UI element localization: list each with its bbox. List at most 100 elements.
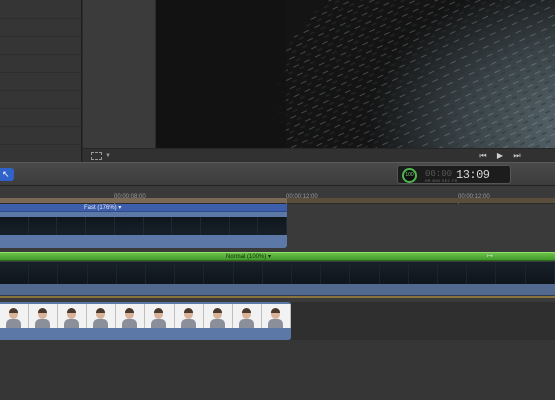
browser-row[interactable] — [0, 18, 82, 19]
browser-row[interactable] — [0, 126, 82, 127]
range-selection-active — [0, 198, 287, 203]
person-thumbnail — [183, 308, 193, 313]
filmstrip-frame — [58, 304, 88, 328]
play-button[interactable]: ▶ — [492, 150, 508, 162]
retimed-clip-fast[interactable]: Fast (176%) ▾ — [0, 204, 288, 248]
primary-storyline-line — [0, 296, 555, 298]
person-thumbnail — [96, 308, 106, 313]
filmstrip-frame — [86, 217, 115, 235]
filmstrip-frame — [261, 304, 291, 328]
progress-dial-icon: 100 — [402, 168, 417, 183]
person-thumbnail — [209, 319, 225, 328]
browser-row[interactable] — [0, 108, 82, 109]
filmstrip-frame — [233, 262, 263, 284]
chevron-down-icon: ▼ — [105, 153, 111, 159]
viewer-toolbar: ▼ ⏮ ▶ ⏭ — [83, 148, 555, 162]
filmstrip-frame — [229, 217, 259, 235]
browser-row[interactable] — [0, 144, 82, 145]
speed-value: 100 — [405, 172, 414, 178]
filmstrip-frame — [28, 217, 58, 235]
filmstrip-frame — [292, 262, 322, 284]
person-thumbnail — [270, 308, 280, 313]
person-thumbnail — [267, 319, 283, 328]
person-thumbnail — [64, 319, 80, 328]
filmstrip-frame — [175, 262, 205, 284]
filmstrip-frame — [262, 262, 293, 284]
filmstrip-frame — [467, 262, 497, 284]
top-area: ▼ ⏮ ▶ ⏭ — [0, 0, 555, 162]
transform-icon — [91, 152, 102, 160]
filmstrip-frame — [29, 304, 59, 328]
timeline-empty-area[interactable] — [291, 302, 555, 340]
timecode-units: HR MIN SEC FR — [425, 179, 458, 183]
filmstrip-frame — [114, 217, 144, 235]
person-thumbnail — [93, 319, 109, 328]
next-edit-button[interactable]: ⏭ — [509, 150, 525, 162]
retime-label-normal[interactable]: Normal (100%) ▾ — [226, 253, 271, 261]
filmstrip-frame — [29, 262, 59, 284]
browser-row[interactable] — [0, 72, 82, 73]
retime-handle-icon[interactable]: ↦ — [487, 253, 493, 261]
filmstrip-frame — [525, 262, 555, 284]
retime-label-fast[interactable]: Fast (176%) ▾ — [84, 204, 121, 212]
person-thumbnail — [180, 319, 196, 328]
person-thumbnail — [67, 308, 77, 313]
clip-audio-strip[interactable] — [0, 284, 555, 296]
arrow-tool-icon: ↖ — [2, 169, 10, 179]
filmstrip-frame — [0, 262, 30, 284]
primary-clip[interactable] — [0, 302, 291, 340]
timeline-lower-area[interactable] — [0, 340, 555, 400]
filmstrip-frame — [57, 217, 87, 235]
person-thumbnail — [154, 308, 164, 313]
filmstrip-frame — [321, 262, 351, 284]
filmstrip-frame — [203, 304, 233, 328]
filmstrip-frame — [258, 217, 288, 235]
filmstrip-frame — [379, 262, 409, 284]
select-tool-button[interactable]: ↖ — [0, 168, 14, 181]
timecode-display[interactable]: 13:09 — [456, 168, 490, 182]
filmstrip-frame — [200, 217, 230, 235]
timeline-toolbar: ↖ 100 00:00 13:09 HR MIN SEC FR — [0, 162, 555, 186]
clip-filmstrip — [0, 217, 288, 235]
filmstrip-frame — [172, 217, 201, 235]
viewer[interactable] — [156, 0, 555, 148]
filmstrip-frame — [143, 217, 173, 235]
dashboard[interactable]: 100 00:00 13:09 HR MIN SEC FR — [397, 165, 511, 184]
filmstrip-frame — [146, 262, 176, 284]
person-thumbnail — [151, 319, 167, 328]
person-thumbnail — [35, 319, 51, 328]
filmstrip-frame — [145, 304, 175, 328]
video-frame — [156, 0, 555, 148]
person-thumbnail — [122, 319, 138, 328]
timecode-ghost: 00:00 — [425, 169, 453, 179]
clip-filmstrip — [0, 304, 291, 328]
filmstrip-frame — [0, 304, 30, 328]
person-thumbnail — [125, 308, 135, 313]
filmstrip-frame — [408, 262, 439, 284]
browser-panel[interactable] — [0, 0, 82, 162]
filmstrip-frame — [87, 304, 117, 328]
browser-row[interactable] — [0, 36, 82, 37]
timeline[interactable]: Fast (176%) ▾ Normal (100%) ▾ ↦ — [0, 204, 555, 400]
previous-edit-button[interactable]: ⏮ — [475, 150, 491, 162]
person-thumbnail — [241, 308, 251, 313]
clip-filmstrip[interactable] — [0, 262, 555, 284]
browser-row[interactable] — [0, 90, 82, 91]
filmstrip-frame — [350, 262, 380, 284]
person-thumbnail — [212, 308, 222, 313]
transform-menu[interactable]: ▼ — [91, 151, 113, 161]
person-thumbnail — [6, 319, 21, 328]
person-thumbnail — [9, 308, 18, 313]
retime-bar-fast[interactable]: Fast (176%) ▾ — [0, 204, 287, 212]
inspector-panel — [83, 0, 155, 148]
person-thumbnail — [238, 319, 254, 328]
filmstrip-frame — [87, 262, 117, 284]
filmstrip-frame — [0, 217, 29, 235]
filmstrip-frame — [58, 262, 88, 284]
filmstrip-frame — [496, 262, 526, 284]
filmstrip-frame — [438, 262, 468, 284]
browser-row[interactable] — [0, 54, 82, 55]
filmstrip-frame — [232, 304, 262, 328]
retime-bar-normal[interactable]: Normal (100%) ▾ ↦ — [0, 252, 555, 261]
range-selection-bar — [0, 198, 555, 203]
